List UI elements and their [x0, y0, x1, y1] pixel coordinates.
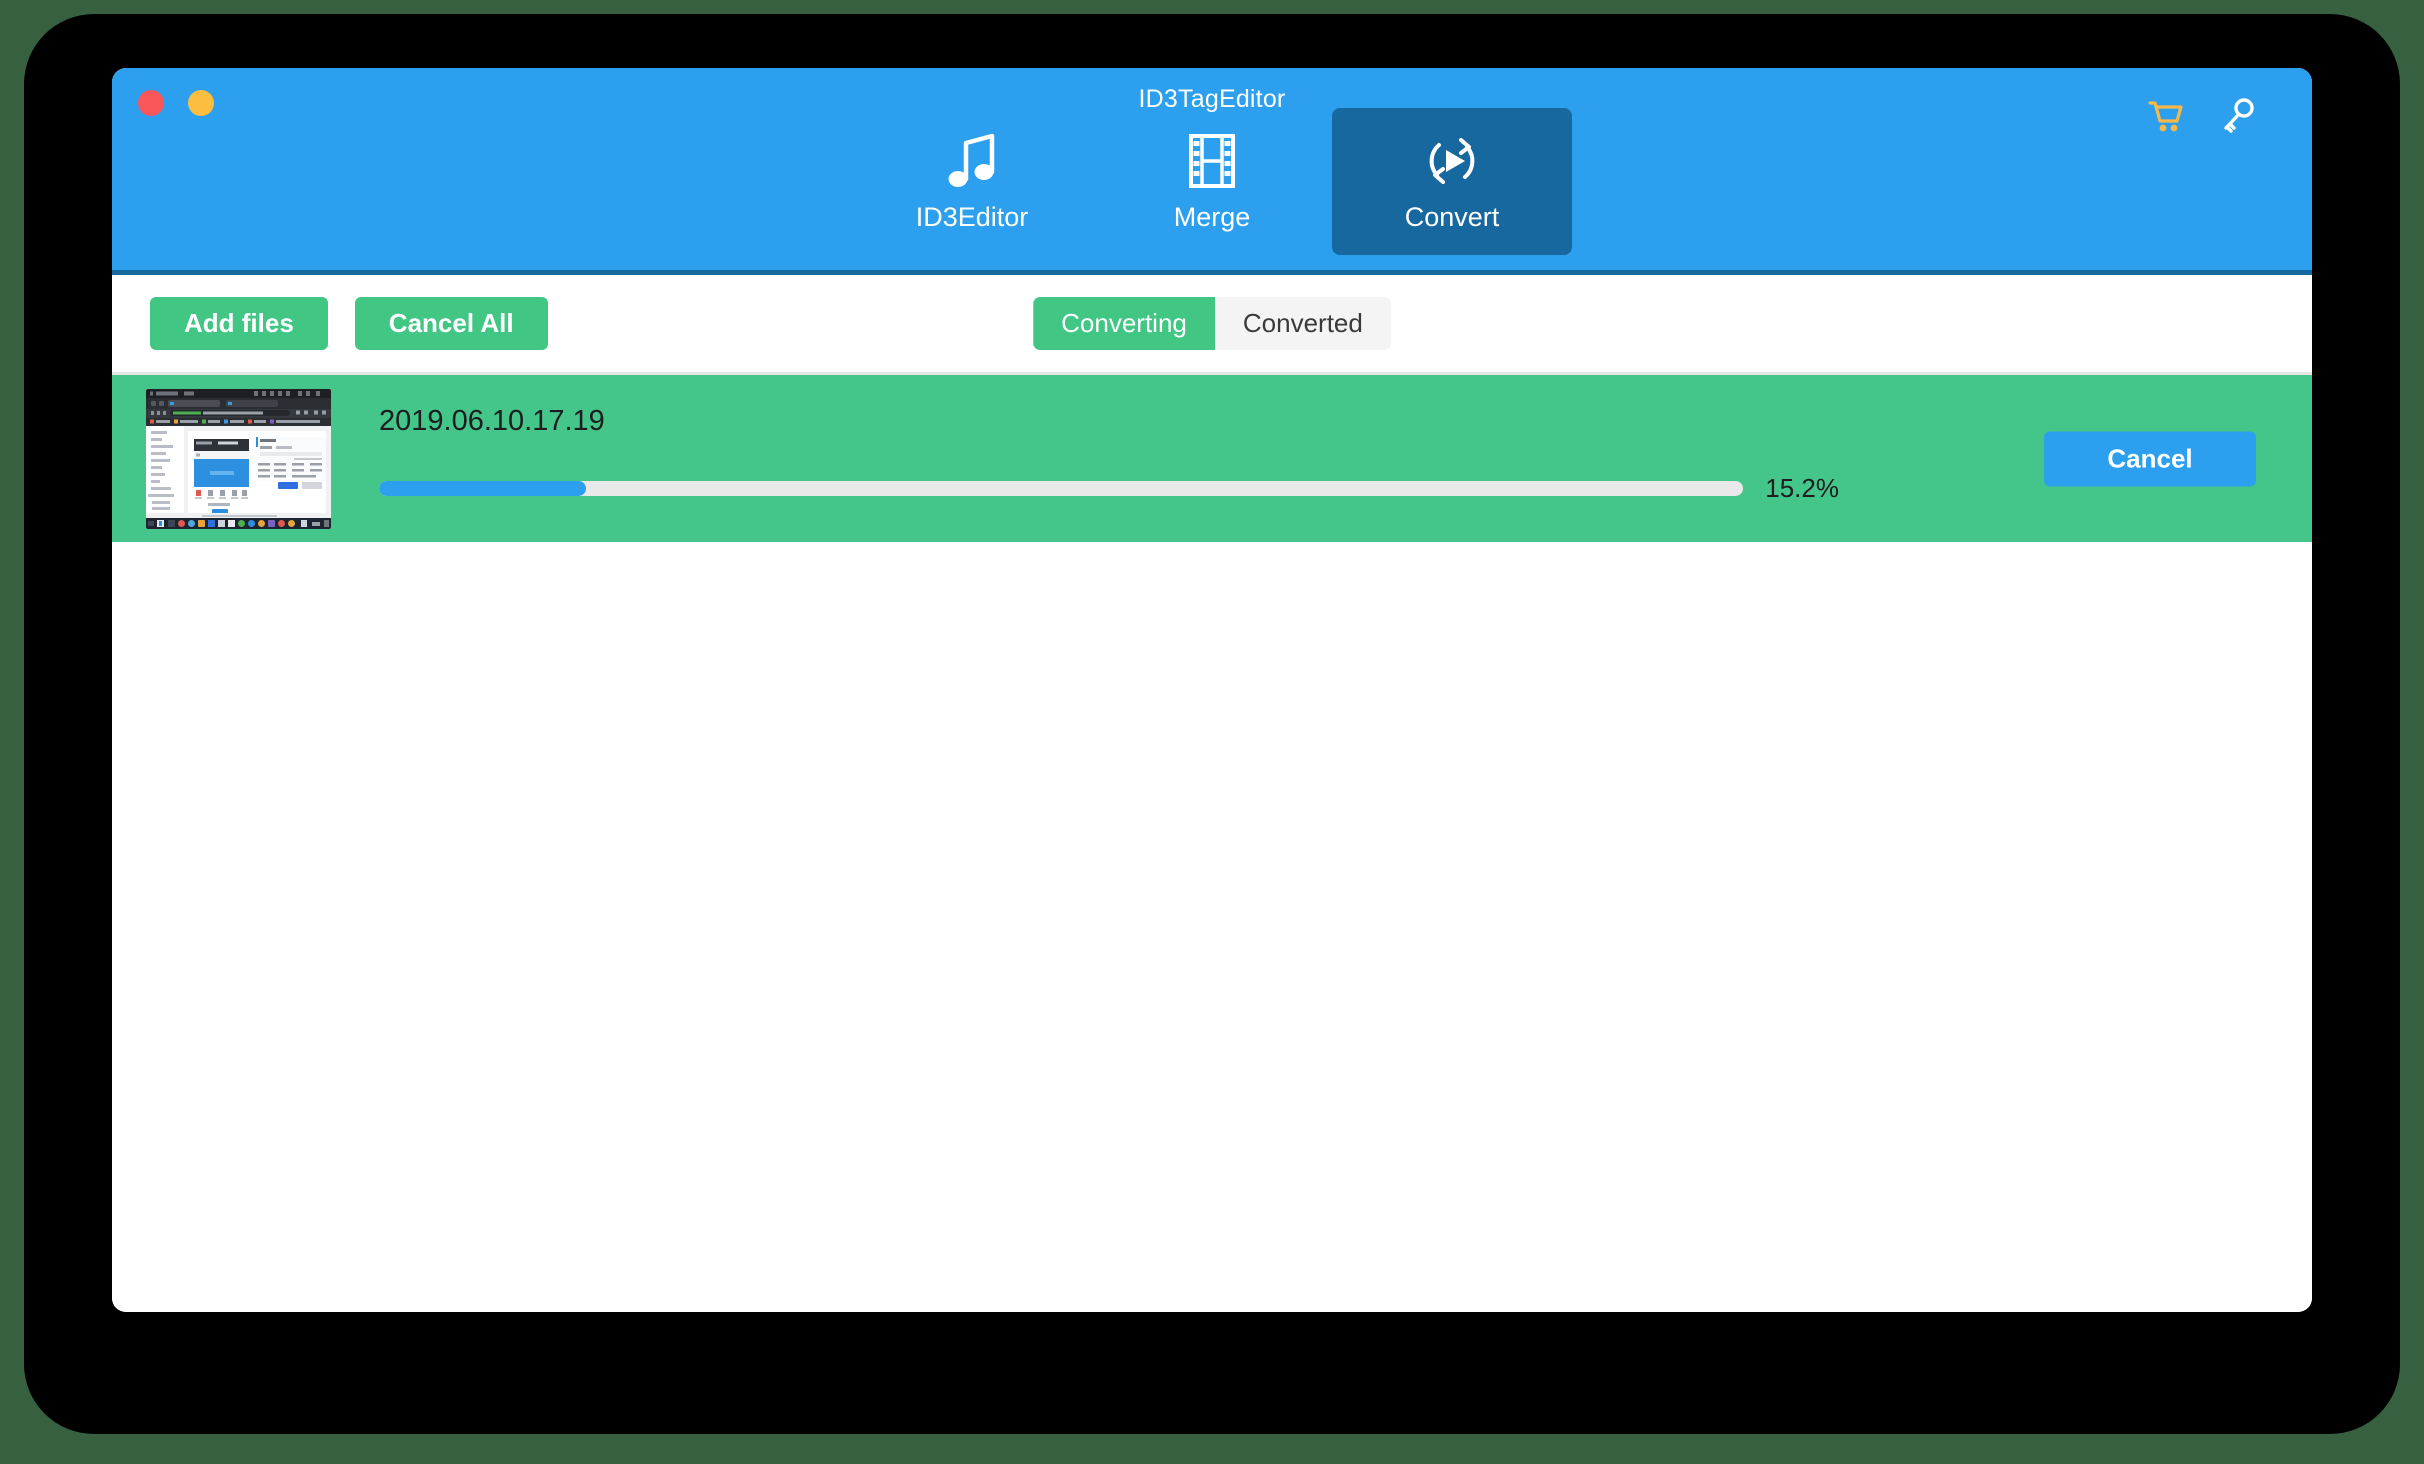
tab-merge[interactable]: Merge: [1092, 108, 1332, 255]
film-strip-icon: [1185, 130, 1239, 192]
tab-convert[interactable]: Convert: [1332, 108, 1572, 255]
progress-percent-label: 15.2%: [1765, 472, 1839, 503]
row-action-area: Cancel: [2044, 431, 2256, 486]
action-toolbar: Add files Cancel All Converting Converte…: [112, 275, 2312, 375]
header-actions: [2148, 98, 2256, 134]
segment-converted[interactable]: Converted: [1214, 297, 1391, 350]
file-row-body: 2019.06.10.17.19 15.2%: [379, 389, 2312, 529]
file-name: 2019.06.10.17.19: [379, 404, 605, 437]
progress-bar-fill: [379, 480, 587, 496]
convert-refresh-play-icon: [1421, 130, 1483, 192]
video-thumbnail: [146, 388, 331, 529]
shopping-cart-icon[interactable]: [2148, 99, 2184, 133]
key-icon[interactable]: [2222, 98, 2256, 134]
progress-area: 15.2%: [379, 473, 1839, 504]
toolbar-buttons: Add files Cancel All: [150, 297, 548, 350]
app-header: ID3TagEditor ID3Editor Merge Convert: [112, 68, 2312, 275]
app-window: ID3TagEditor ID3Editor Merge Convert Add…: [112, 68, 2312, 1312]
cancel-button[interactable]: Cancel: [2044, 431, 2256, 486]
tab-label-merge: Merge: [1173, 202, 1251, 232]
music-note-icon: [944, 130, 1000, 192]
table-row[interactable]: 2019.06.10.17.19 15.2% Cancel: [112, 375, 2312, 542]
progress-bar: [379, 480, 1744, 496]
add-files-button[interactable]: Add files: [150, 297, 328, 350]
segment-converting[interactable]: Converting: [1033, 297, 1215, 350]
status-filter-segmented-control: Converting Converted: [1033, 297, 1391, 350]
tab-id3editor[interactable]: ID3Editor: [852, 108, 1092, 255]
conversion-file-list: 2019.06.10.17.19 15.2% Cancel: [112, 375, 2312, 1312]
desktop-background: ID3TagEditor ID3Editor Merge Convert Add…: [0, 0, 2424, 1464]
tab-label-convert: Convert: [1404, 202, 1500, 232]
tab-label-id3editor: ID3Editor: [915, 202, 1029, 232]
main-tab-bar: ID3Editor Merge Convert: [112, 108, 2312, 255]
cancel-all-button[interactable]: Cancel All: [354, 297, 548, 350]
